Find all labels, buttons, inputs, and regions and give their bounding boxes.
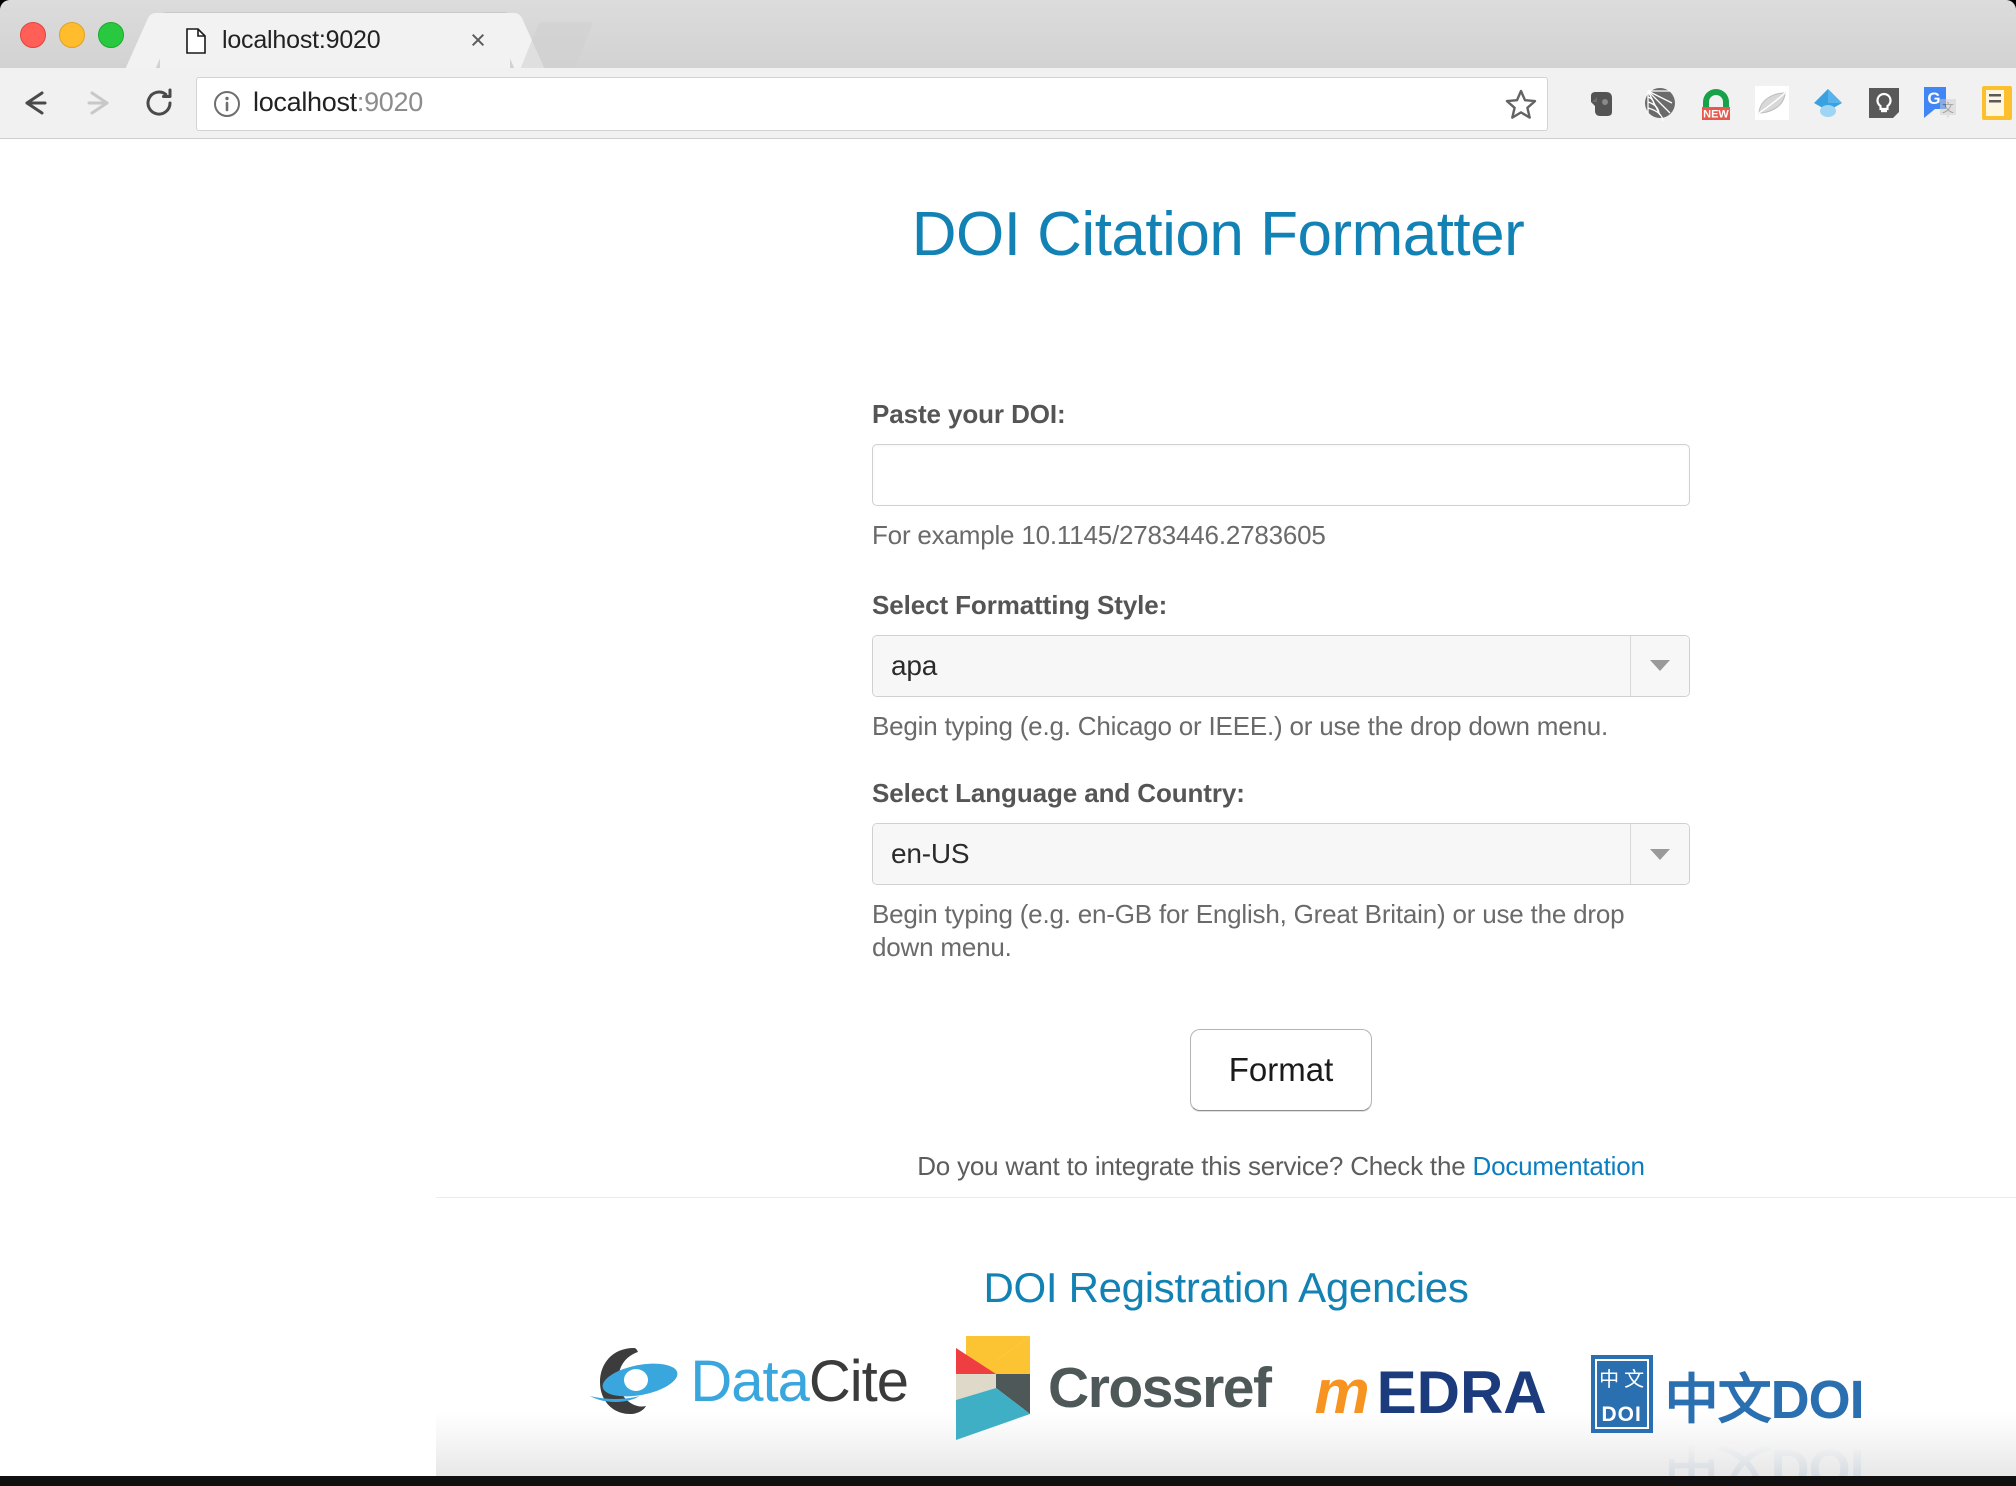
close-window-button[interactable] [20, 22, 46, 48]
svg-text:NEW: NEW [1703, 109, 1729, 121]
reload-icon[interactable] [138, 82, 180, 124]
integrate-notice: Do you want to integrate this service? C… [872, 1151, 1690, 1182]
url-port: :9020 [356, 87, 423, 117]
browser-titlebar: localhost:9020 × [0, 0, 2016, 68]
submit-row: Format [872, 1029, 1690, 1111]
format-button[interactable]: Format [1190, 1029, 1372, 1111]
svg-text:G: G [1927, 89, 1940, 108]
url-host: localhost [253, 87, 357, 117]
chevron-down-icon [1650, 660, 1670, 671]
doi-input[interactable] [872, 444, 1690, 506]
page-title: DOI Citation Formatter [911, 199, 1525, 269]
extensions-toolbar: NEW G 文 [1584, 68, 2016, 138]
style-select[interactable]: apa [872, 634, 1690, 697]
crossref-wordmark: Crossref [1048, 1356, 1272, 1420]
close-tab-button[interactable]: × [466, 27, 490, 54]
address-bar[interactable]: localhost:9020 [196, 77, 1548, 131]
datacite-wordmark: DataCite [690, 1348, 909, 1415]
browser-window: localhost:9020 × localhost:9020 NEW G 文 … [0, 0, 2016, 1478]
language-select[interactable]: en-US [872, 823, 1690, 885]
language-field-group: Select Language and Country: en-US Begin… [872, 778, 1690, 963]
medra-logo[interactable]: m EDRA [1314, 1333, 1546, 1453]
integrate-text: Do you want to integrate this service? C… [917, 1151, 1473, 1181]
crossref-logo[interactable]: Crossref [952, 1333, 1272, 1443]
evernote-icon[interactable] [1584, 83, 1624, 123]
notes-icon[interactable] [1976, 83, 2016, 123]
language-field-label: Select Language and Country: [872, 778, 1245, 808]
svg-text:文: 文 [1942, 100, 1954, 115]
chinese-doi-logo[interactable]: 中 文 DOI 中文DOI 中文DOI [1590, 1333, 1865, 1478]
chinese-doi-seal-icon: 中 文 DOI [1590, 1355, 1653, 1433]
google-translate-icon[interactable]: G 文 [1920, 83, 1960, 123]
language-select-value[interactable]: en-US [873, 824, 1630, 884]
medra-word-edra: EDRA [1376, 1359, 1547, 1426]
minimize-window-button[interactable] [59, 22, 85, 48]
page-viewport: DOI Citation Formatter Paste your DOI: F… [0, 139, 2016, 1478]
datacite-word-data: Data [690, 1348, 810, 1414]
forward-arrow-icon [76, 82, 118, 124]
tab-title: localhost:9020 [222, 26, 381, 54]
datacite-mark-icon [588, 1338, 684, 1424]
seal-doi-text: DOI [1601, 1403, 1642, 1426]
leaf-icon[interactable] [1752, 83, 1792, 123]
seal-char-zhong: 中 [1599, 1369, 1620, 1391]
spider-web-icon[interactable] [1640, 83, 1680, 123]
seal-char-wen: 文 [1624, 1369, 1645, 1391]
maximize-window-button[interactable] [98, 22, 124, 48]
crossref-mark-icon [952, 1334, 1034, 1442]
documentation-link[interactable]: Documentation [1473, 1151, 1645, 1181]
browser-toolbar: localhost:9020 NEW G 文 [0, 68, 2016, 139]
agencies-title: DOI Registration Agencies [983, 1263, 1469, 1311]
new-tab-button[interactable] [520, 22, 594, 68]
doi-field-label: Paste your DOI: [872, 399, 1066, 429]
chevron-down-icon [1650, 848, 1670, 860]
agency-logo-strip: DataCite Crossref m EDRA 中 文 DOI 中文DOI 中… [436, 1319, 2016, 1478]
style-select-toggle[interactable] [1630, 635, 1689, 696]
desktop-background [0, 1476, 2016, 1486]
citation-form: Paste your DOI: For example 10.1145/2783… [872, 399, 1690, 1182]
new-badge-icon[interactable]: NEW [1696, 83, 1736, 123]
style-field-group: Select Formatting Style: apa Begin typin… [872, 590, 1690, 743]
chinese-doi-wordmark: 中文DOI [1664, 1369, 1865, 1430]
style-help-text: Begin typing (e.g. Chicago or IEEE.) or … [872, 710, 1609, 741]
chinese-doi-wordmark-reflection: 中文DOI [1664, 1437, 1864, 1479]
address-bar-url: localhost:9020 [253, 87, 423, 118]
doi-field-group: Paste your DOI: For example 10.1145/2783… [872, 399, 1690, 552]
browser-tab[interactable]: localhost:9020 × [160, 13, 510, 68]
info-circle-icon[interactable] [211, 88, 243, 120]
style-select-value[interactable]: apa [873, 635, 1630, 696]
diamond-icon[interactable] [1808, 83, 1848, 123]
google-keep-icon[interactable] [1864, 83, 1904, 123]
back-arrow-icon[interactable] [14, 82, 56, 124]
bookmark-star-icon[interactable] [1503, 86, 1539, 122]
datacite-word-cite: Cite [808, 1348, 909, 1414]
language-select-toggle[interactable] [1630, 824, 1689, 884]
section-divider [436, 1197, 2016, 1198]
style-field-label: Select Formatting Style: [872, 589, 1168, 620]
document-icon [186, 28, 206, 54]
doi-help-text: For example 10.1145/2783446.2783605 [872, 520, 1326, 550]
language-help-text: Begin typing (e.g. en-GB for English, Gr… [872, 899, 1625, 962]
medra-word-m: m [1314, 1358, 1369, 1427]
datacite-logo[interactable]: DataCite [588, 1333, 909, 1429]
doi-citation-formatter-page: DOI Citation Formatter Paste your DOI: F… [0, 139, 2016, 1478]
window-controls [20, 22, 124, 48]
